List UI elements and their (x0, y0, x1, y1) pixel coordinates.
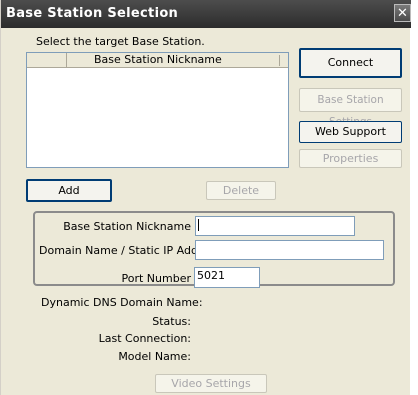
status-label: Status: (152, 315, 191, 328)
text-caret (198, 219, 199, 231)
base-station-settings-button[interactable]: Base Station Settings (299, 88, 402, 128)
domain-field[interactable] (195, 240, 384, 260)
last-connection-label: Last Connection: (98, 332, 191, 345)
domain-label: Domain Name / Static IP Address (39, 244, 221, 257)
dynamic-dns-label: Dynamic DNS Domain Name: (41, 296, 203, 309)
list-header-nickname[interactable]: Base Station Nickname (67, 53, 288, 68)
list-header-separator (279, 55, 280, 66)
web-support-button[interactable]: Web Support (299, 121, 402, 143)
model-name-label: Model Name: (118, 350, 191, 363)
title-bar[interactable]: Base Station Selection ✕ (1, 0, 411, 28)
connect-button[interactable]: Connect (299, 48, 402, 78)
instruction-label: Select the target Base Station. (36, 35, 205, 48)
close-button[interactable]: ✕ (394, 4, 411, 22)
base-station-selection-dialog: Base Station Selection ✕ Select the targ… (0, 0, 411, 395)
add-button[interactable]: Add (26, 179, 112, 202)
port-label: Port Number (121, 272, 192, 285)
properties-button[interactable]: Properties (299, 149, 402, 168)
video-settings-button[interactable]: Video Settings (155, 374, 267, 393)
close-icon: ✕ (397, 6, 408, 21)
nickname-label: Base Station Nickname (63, 220, 191, 233)
window-title: Base Station Selection (6, 6, 179, 21)
base-station-list[interactable]: Base Station Nickname (26, 52, 289, 168)
port-field[interactable]: 5021 (194, 267, 260, 288)
list-header-blank-column[interactable] (27, 53, 67, 68)
delete-button[interactable]: Delete (206, 181, 276, 200)
nickname-field[interactable] (195, 216, 355, 236)
